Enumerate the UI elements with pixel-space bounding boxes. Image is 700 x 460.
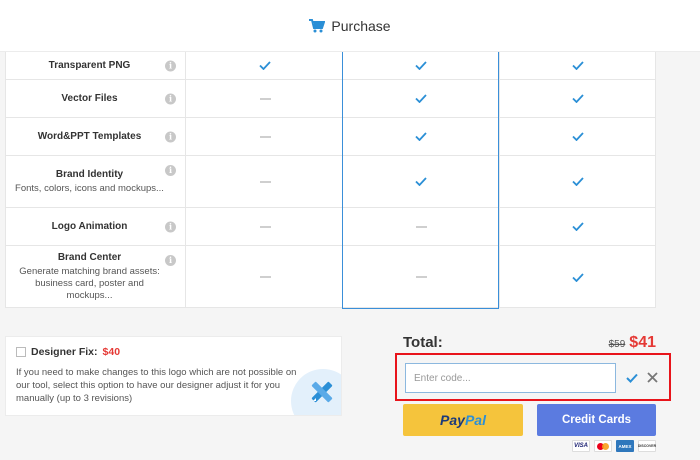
dash-icon <box>259 225 271 228</box>
page-title: Purchase <box>331 17 391 34</box>
feature-row: Vector Files i <box>6 80 655 118</box>
dash-icon <box>259 180 271 183</box>
info-icon[interactable]: i <box>165 221 176 232</box>
visa-logo: VISA <box>572 440 590 452</box>
feature-comparison-table: Transparent PNG i Vector Files i Word&PPT Te… <box>5 52 656 308</box>
plan-cell <box>499 156 655 207</box>
plan-cell <box>187 156 343 207</box>
check-icon <box>415 132 427 141</box>
feature-name: Brand Center <box>57 252 122 263</box>
plan-cell <box>343 156 499 207</box>
designer-fix-checkbox[interactable] <box>16 347 26 357</box>
check-icon <box>415 94 427 103</box>
promo-code-box <box>395 353 671 401</box>
feature-name-cell: Brand Identity Fonts, colors, icons and m… <box>6 156 186 207</box>
paypal-label-b: Pal <box>464 412 486 428</box>
plan-cell <box>343 118 499 155</box>
feature-name-cell: Word&PPT Templates i <box>6 118 186 155</box>
feature-name-cell: Vector Files i <box>6 80 186 117</box>
info-icon[interactable]: i <box>165 60 176 71</box>
cart-icon <box>309 18 326 32</box>
feature-name-cell: Brand Center Generate matching brand asse… <box>6 246 186 308</box>
feature-name: Word&PPT Templates <box>37 131 142 142</box>
feature-row: Brand Identity Fonts, colors, icons and m… <box>6 156 655 208</box>
feature-description: Generate matching brand assets: business… <box>19 266 160 301</box>
designer-fix-panel: Designer Fix: $40 If you need to make ch… <box>5 336 342 416</box>
feature-row: Word&PPT Templates i <box>6 118 655 156</box>
discover-logo: DISCOVER <box>638 440 656 452</box>
old-price: $59 <box>608 339 626 350</box>
feature-name: Transparent PNG <box>48 60 131 71</box>
info-icon[interactable]: i <box>165 131 176 142</box>
pencil-ruler-icon <box>311 381 333 403</box>
plan-cell <box>499 208 655 245</box>
plan-cell <box>343 208 499 245</box>
paypal-label-a: Pay <box>440 412 465 428</box>
plan-cell <box>499 118 655 155</box>
dash-icon <box>415 225 427 228</box>
feature-row: Transparent PNG i <box>6 52 655 80</box>
plan-cell <box>499 246 655 308</box>
header: Purchase <box>0 0 700 52</box>
mastercard-logo <box>594 440 612 452</box>
feature-row: Brand Center Generate matching brand asse… <box>6 246 655 308</box>
plan-cell <box>343 52 499 79</box>
close-icon[interactable] <box>647 372 658 383</box>
check-icon[interactable] <box>626 373 638 383</box>
credit-cards-button[interactable]: Credit Cards <box>537 404 656 436</box>
check-icon <box>571 94 584 103</box>
check-icon <box>415 61 427 70</box>
card-logos: VISA AMEX DISCOVER <box>572 440 656 452</box>
check-icon <box>571 177 584 186</box>
amex-logo: AMEX <box>616 440 634 452</box>
plan-cell <box>187 118 343 155</box>
check-icon <box>259 61 271 70</box>
plan-cell <box>499 52 655 79</box>
plan-cell <box>187 246 343 308</box>
check-icon <box>571 222 584 231</box>
info-icon[interactable]: i <box>165 255 176 266</box>
feature-name: Logo Animation <box>51 221 128 232</box>
plan-cell <box>187 208 343 245</box>
feature-description: Fonts, colors, icons and mockups... <box>15 182 164 194</box>
feature-name-cell: Logo Animation i <box>6 208 186 245</box>
dash-icon <box>259 276 271 278</box>
new-price: $41 <box>629 334 656 351</box>
plan-cell <box>343 80 499 117</box>
info-icon[interactable]: i <box>165 93 176 104</box>
designer-fix-price: $40 <box>102 346 121 358</box>
feature-name-cell: Transparent PNG i <box>6 52 186 79</box>
check-icon <box>571 132 584 141</box>
check-icon <box>571 272 584 282</box>
designer-fix-label: Designer Fix: <box>31 346 98 358</box>
plan-cell <box>343 246 499 308</box>
plan-cell <box>187 80 343 117</box>
feature-name: Brand Identity <box>55 168 124 180</box>
check-icon <box>571 61 584 70</box>
check-icon <box>415 177 427 186</box>
total-label: Total: <box>403 334 443 351</box>
dash-icon <box>259 97 271 100</box>
dash-icon <box>415 276 427 278</box>
plan-cell <box>187 52 343 79</box>
total-row: Total: $59 $41 <box>403 334 656 352</box>
feature-name: Vector Files <box>61 93 118 104</box>
feature-row: Logo Animation i <box>6 208 655 246</box>
info-icon[interactable]: i <box>165 165 176 176</box>
plan-cell <box>499 80 655 117</box>
designer-fix-description: If you need to make changes to this logo… <box>16 367 297 404</box>
paypal-button[interactable]: Pay Pal <box>403 404 523 436</box>
dash-icon <box>259 135 271 138</box>
promo-code-input[interactable] <box>405 363 616 393</box>
